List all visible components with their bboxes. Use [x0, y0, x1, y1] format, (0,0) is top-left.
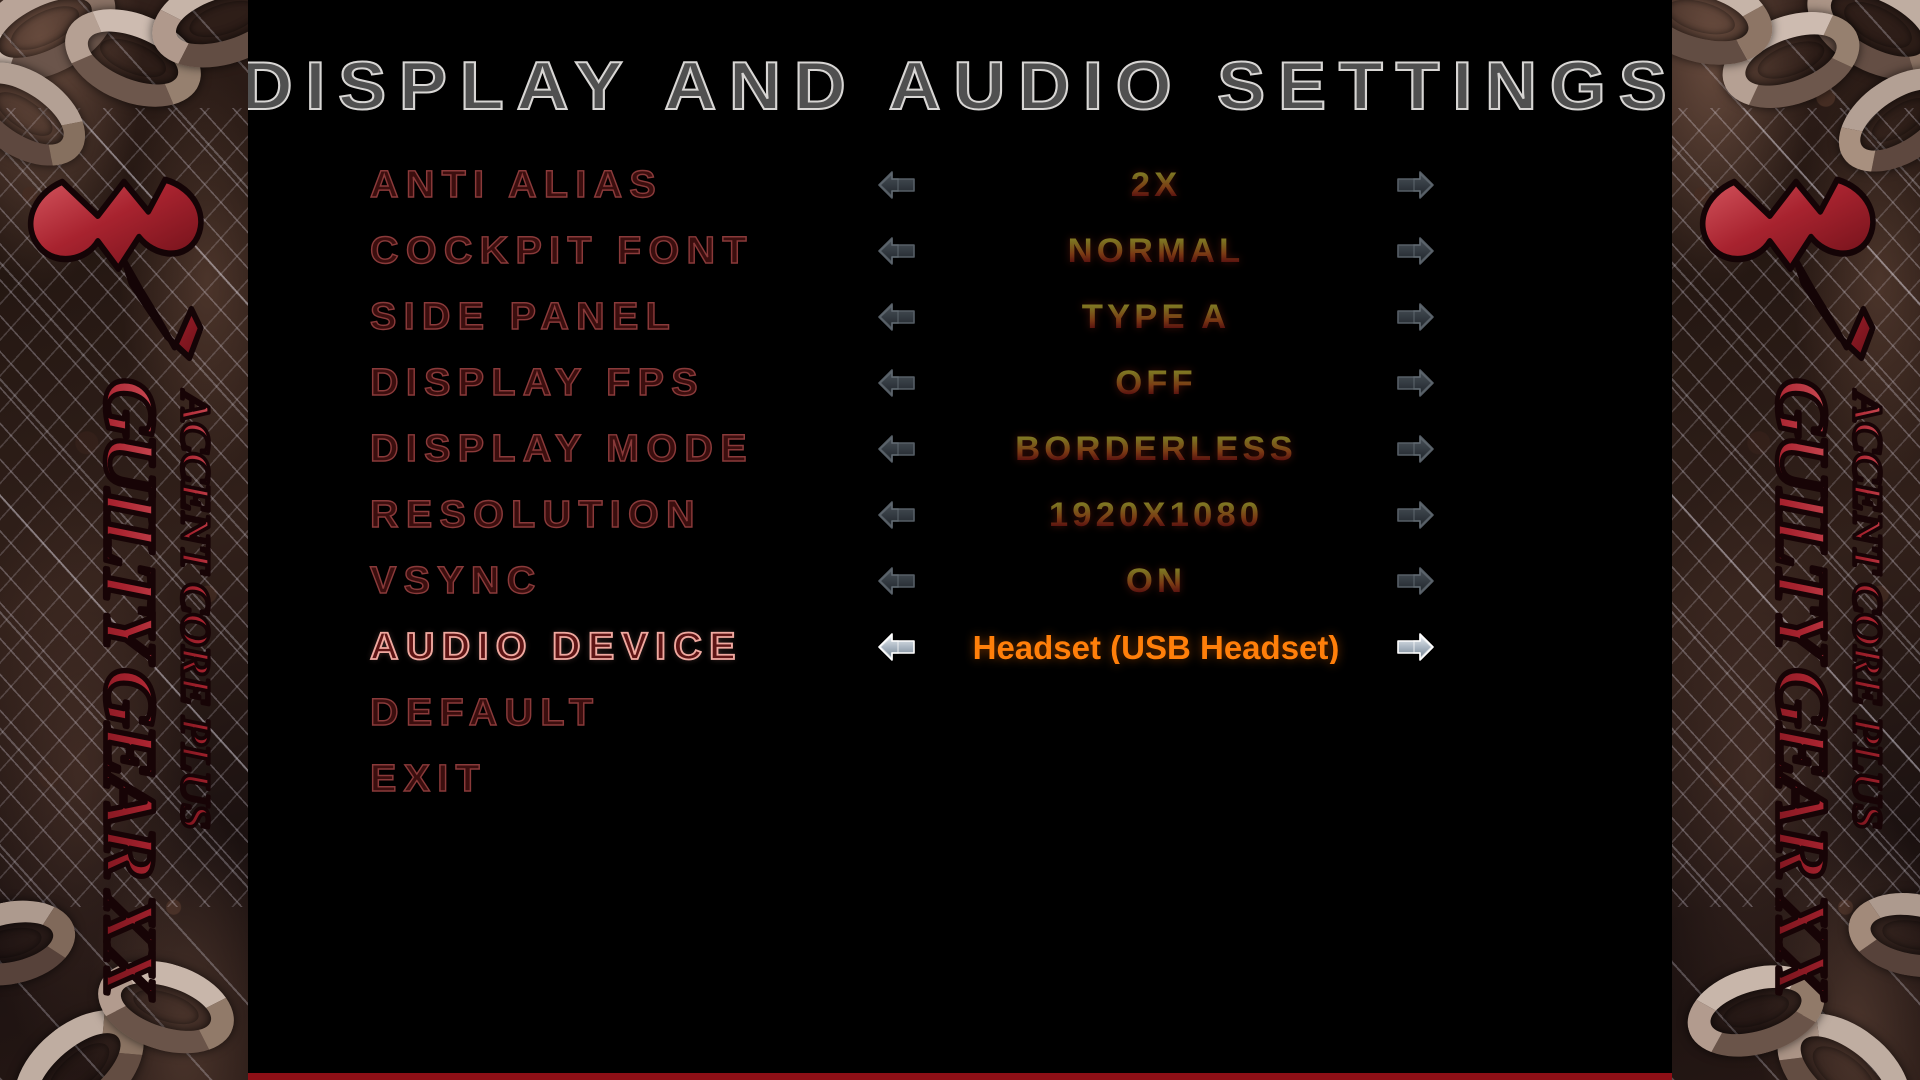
increment-button[interactable]: [1394, 429, 1436, 469]
page-title: DISPLAY AND AUDIO SETTINGS: [248, 48, 1672, 124]
menu-row-label: COCKPIT FONT: [369, 230, 754, 272]
menu-row[interactable]: DISPLAY FPS OFF: [248, 350, 1672, 416]
decrement-button[interactable]: [876, 627, 918, 667]
decrement-button[interactable]: [876, 165, 918, 205]
arrow-left-icon[interactable]: [876, 165, 918, 205]
svg-text:ACCENT CORE PLUS: ACCENT CORE PLUS: [1845, 389, 1891, 829]
settings-menu-list: ANTI ALIAS 2X COCKPIT FONT NORMAL SIDE P…: [248, 152, 1672, 812]
menu-row-label: AUDIO DEVICE: [369, 626, 743, 668]
arrow-right-icon[interactable]: [1394, 627, 1436, 667]
increment-button[interactable]: [1394, 495, 1436, 535]
decrement-button[interactable]: [876, 363, 918, 403]
arrow-right-icon[interactable]: [1394, 561, 1436, 601]
menu-row-control: NORMAL: [876, 218, 1436, 284]
menu-row[interactable]: SIDE PANEL TYPE A: [248, 284, 1672, 350]
menu-row-control: ON: [876, 548, 1436, 614]
menu-row[interactable]: AUDIO DEVICE Headset (USB Headset): [248, 614, 1672, 680]
settings-screen: GUILTY GEAR XX ACCENT CORE PLUS GUILTY G…: [0, 0, 1920, 1080]
menu-row[interactable]: RESOLUTION 1920X1080: [248, 482, 1672, 548]
arrow-left-icon[interactable]: [876, 231, 918, 271]
arrow-right-icon[interactable]: [1394, 297, 1436, 337]
menu-row[interactable]: ANTI ALIAS 2X: [248, 152, 1672, 218]
menu-row-label: SIDE PANEL: [369, 296, 678, 338]
menu-row[interactable]: DEFAULT: [248, 680, 1672, 746]
right-side-artwork: GUILTY GEAR XX ACCENT CORE PLUS: [1672, 0, 1920, 1080]
menu-row-label: ANTI ALIAS: [369, 164, 664, 206]
menu-row-label: DISPLAY MODE: [369, 428, 754, 470]
arrow-right-icon[interactable]: [1394, 429, 1436, 469]
svg-text:ACCENT CORE PLUS: ACCENT CORE PLUS: [173, 389, 219, 829]
menu-row-control: 1920X1080: [876, 482, 1436, 548]
menu-row-value: 2X: [913, 168, 1399, 202]
menu-row-label: DEFAULT: [369, 692, 601, 734]
menu-row-label: DISPLAY FPS: [369, 362, 705, 404]
arrow-right-icon[interactable]: [1394, 495, 1436, 535]
menu-row-value: TYPE A: [913, 300, 1399, 334]
arrow-left-icon[interactable]: [876, 429, 918, 469]
menu-row[interactable]: COCKPIT FONT NORMAL: [248, 218, 1672, 284]
increment-button[interactable]: [1394, 297, 1436, 337]
guilty-gear-logo: GUILTY GEAR XX ACCENT CORE PLUS: [27, 176, 220, 1003]
arrow-left-icon[interactable]: [876, 561, 918, 601]
menu-row-value: Headset (USB Headset): [972, 630, 1340, 664]
menu-panel: DISPLAY AND AUDIO SETTINGS ANTI ALIAS 2X…: [248, 0, 1672, 1080]
increment-button[interactable]: [1394, 627, 1436, 667]
menu-row-control: TYPE A: [876, 284, 1436, 350]
left-side-artwork: GUILTY GEAR XX ACCENT CORE PLUS: [0, 0, 248, 1080]
decrement-button[interactable]: [876, 561, 918, 601]
decrement-button[interactable]: [876, 429, 918, 469]
decrement-button[interactable]: [876, 231, 918, 271]
menu-row-value: OFF: [913, 366, 1399, 400]
menu-row-control: Headset (USB Headset): [876, 614, 1436, 680]
menu-row-label: EXIT: [369, 758, 487, 800]
decrement-button[interactable]: [876, 297, 918, 337]
panel-bottom-rule: [248, 1073, 1672, 1080]
svg-text:GUILTY GEAR XX: GUILTY GEAR XX: [1761, 378, 1842, 1001]
arrow-left-icon[interactable]: [876, 627, 918, 667]
arrow-left-icon[interactable]: [876, 363, 918, 403]
arrow-left-icon[interactable]: [876, 297, 918, 337]
menu-row-value: ON: [913, 564, 1399, 598]
arrow-right-icon[interactable]: [1394, 231, 1436, 271]
menu-row[interactable]: DISPLAY MODE BORDERLESS: [248, 416, 1672, 482]
svg-text:GUILTY GEAR XX: GUILTY GEAR XX: [89, 378, 170, 1001]
arrow-right-icon[interactable]: [1394, 363, 1436, 403]
menu-row[interactable]: VSYNC ON: [248, 548, 1672, 614]
arrow-right-icon[interactable]: [1394, 165, 1436, 205]
menu-row-label: RESOLUTION: [369, 494, 702, 536]
menu-row-value: NORMAL: [913, 234, 1399, 268]
decrement-button[interactable]: [876, 495, 918, 535]
increment-button[interactable]: [1394, 231, 1436, 271]
menu-row-value: 1920X1080: [913, 498, 1399, 532]
menu-row-label: VSYNC: [369, 560, 543, 602]
guilty-gear-logo: GUILTY GEAR XX ACCENT CORE PLUS: [1699, 176, 1892, 1003]
increment-button[interactable]: [1394, 165, 1436, 205]
menu-row[interactable]: EXIT: [248, 746, 1672, 812]
arrow-left-icon[interactable]: [876, 495, 918, 535]
menu-row-value: BORDERLESS: [913, 432, 1399, 466]
increment-button[interactable]: [1394, 561, 1436, 601]
menu-row-control: OFF: [876, 350, 1436, 416]
menu-row-control: 2X: [876, 152, 1436, 218]
increment-button[interactable]: [1394, 363, 1436, 403]
menu-row-control: BORDERLESS: [876, 416, 1436, 482]
